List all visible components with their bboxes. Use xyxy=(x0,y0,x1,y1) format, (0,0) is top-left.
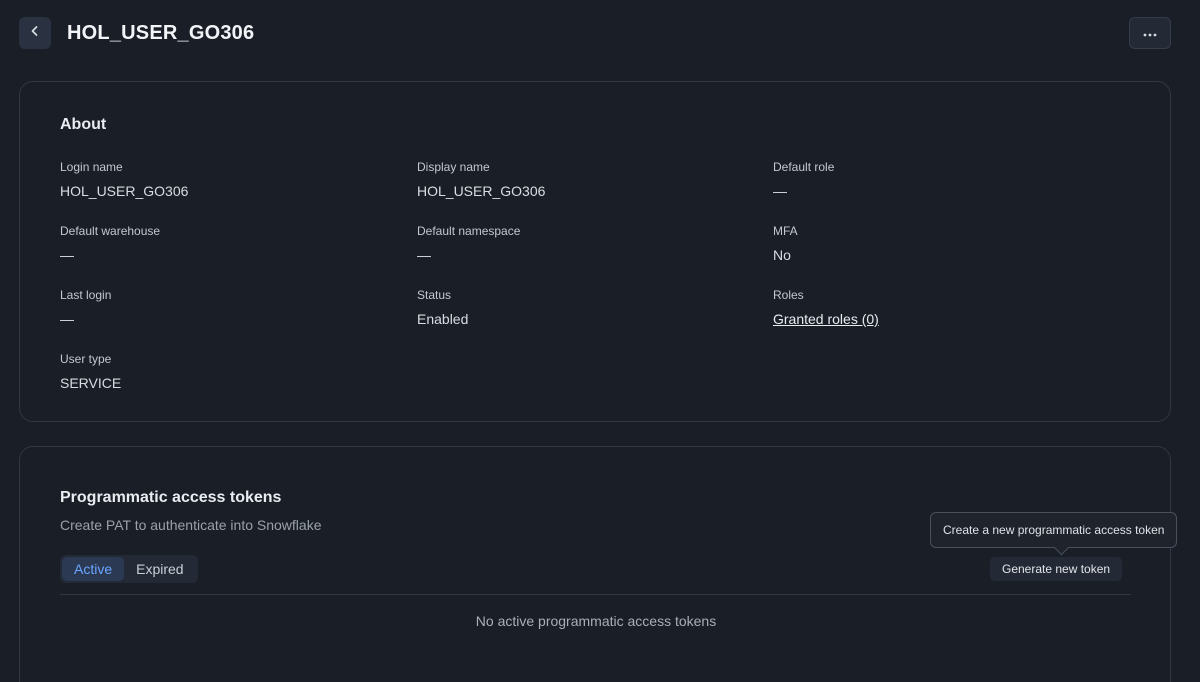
display-name-value: HOL_USER_GO306 xyxy=(417,183,546,199)
user-type-value: SERVICE xyxy=(60,375,122,391)
status-field: Status Enabled xyxy=(417,287,468,328)
default-warehouse-field: Default warehouse — xyxy=(60,223,160,264)
pat-title: Programmatic access tokens xyxy=(60,489,282,506)
default-namespace-label: Default namespace xyxy=(417,224,521,238)
last-login-value: — xyxy=(60,311,74,327)
back-button[interactable] xyxy=(19,17,51,49)
default-role-label: Default role xyxy=(773,160,835,174)
generate-new-token-button[interactable]: Generate new token xyxy=(990,557,1123,581)
chevron-left-icon xyxy=(28,24,42,43)
default-role-field: Default role — xyxy=(773,159,834,200)
granted-roles-link[interactable]: Granted roles (0) xyxy=(773,310,879,328)
status-value: Enabled xyxy=(417,311,469,327)
mfa-value: No xyxy=(773,247,791,263)
last-login-label: Last login xyxy=(60,288,112,302)
pat-tabs: Active Expired xyxy=(60,555,198,583)
roles-field: Roles Granted roles (0) xyxy=(773,287,879,328)
user-type-field: User type SERVICE xyxy=(60,351,121,392)
mfa-label: MFA xyxy=(773,224,798,238)
more-options-button[interactable] xyxy=(1129,17,1171,49)
login-name-field: Login name HOL_USER_GO306 xyxy=(60,159,188,200)
more-horizontal-icon xyxy=(1143,24,1157,42)
mfa-field: MFA No xyxy=(773,223,798,264)
pat-subtitle: Create PAT to authenticate into Snowflak… xyxy=(60,517,322,533)
default-namespace-field: Default namespace — xyxy=(417,223,520,264)
default-namespace-value: — xyxy=(417,247,431,263)
tab-expired[interactable]: Expired xyxy=(124,557,195,581)
roles-label: Roles xyxy=(773,288,804,302)
pat-card: Programmatic access tokens Create PAT to… xyxy=(19,446,1178,682)
user-type-label: User type xyxy=(60,352,112,366)
user-detail-page: HOL_USER_GO306 About Login name HOL_USER… xyxy=(0,0,1200,682)
about-title: About xyxy=(60,116,107,133)
login-name-value: HOL_USER_GO306 xyxy=(60,183,189,199)
page-title: HOL_USER_GO306 xyxy=(67,22,255,44)
generate-token-tooltip: Create a new programmatic access token xyxy=(930,512,1178,548)
default-warehouse-value: — xyxy=(60,247,74,263)
display-name-field: Display name HOL_USER_GO306 xyxy=(417,159,545,200)
empty-state-message: No active programmatic access tokens xyxy=(475,613,717,629)
login-name-label: Login name xyxy=(60,160,123,174)
default-role-value: — xyxy=(773,183,787,199)
display-name-label: Display name xyxy=(417,160,490,174)
divider xyxy=(60,594,1131,595)
about-card: About Login name HOL_USER_GO306 Display … xyxy=(19,81,1171,422)
last-login-field: Last login — xyxy=(60,287,111,328)
status-label: Status xyxy=(417,288,452,302)
default-warehouse-label: Default warehouse xyxy=(60,224,161,238)
tab-active[interactable]: Active xyxy=(62,557,125,581)
